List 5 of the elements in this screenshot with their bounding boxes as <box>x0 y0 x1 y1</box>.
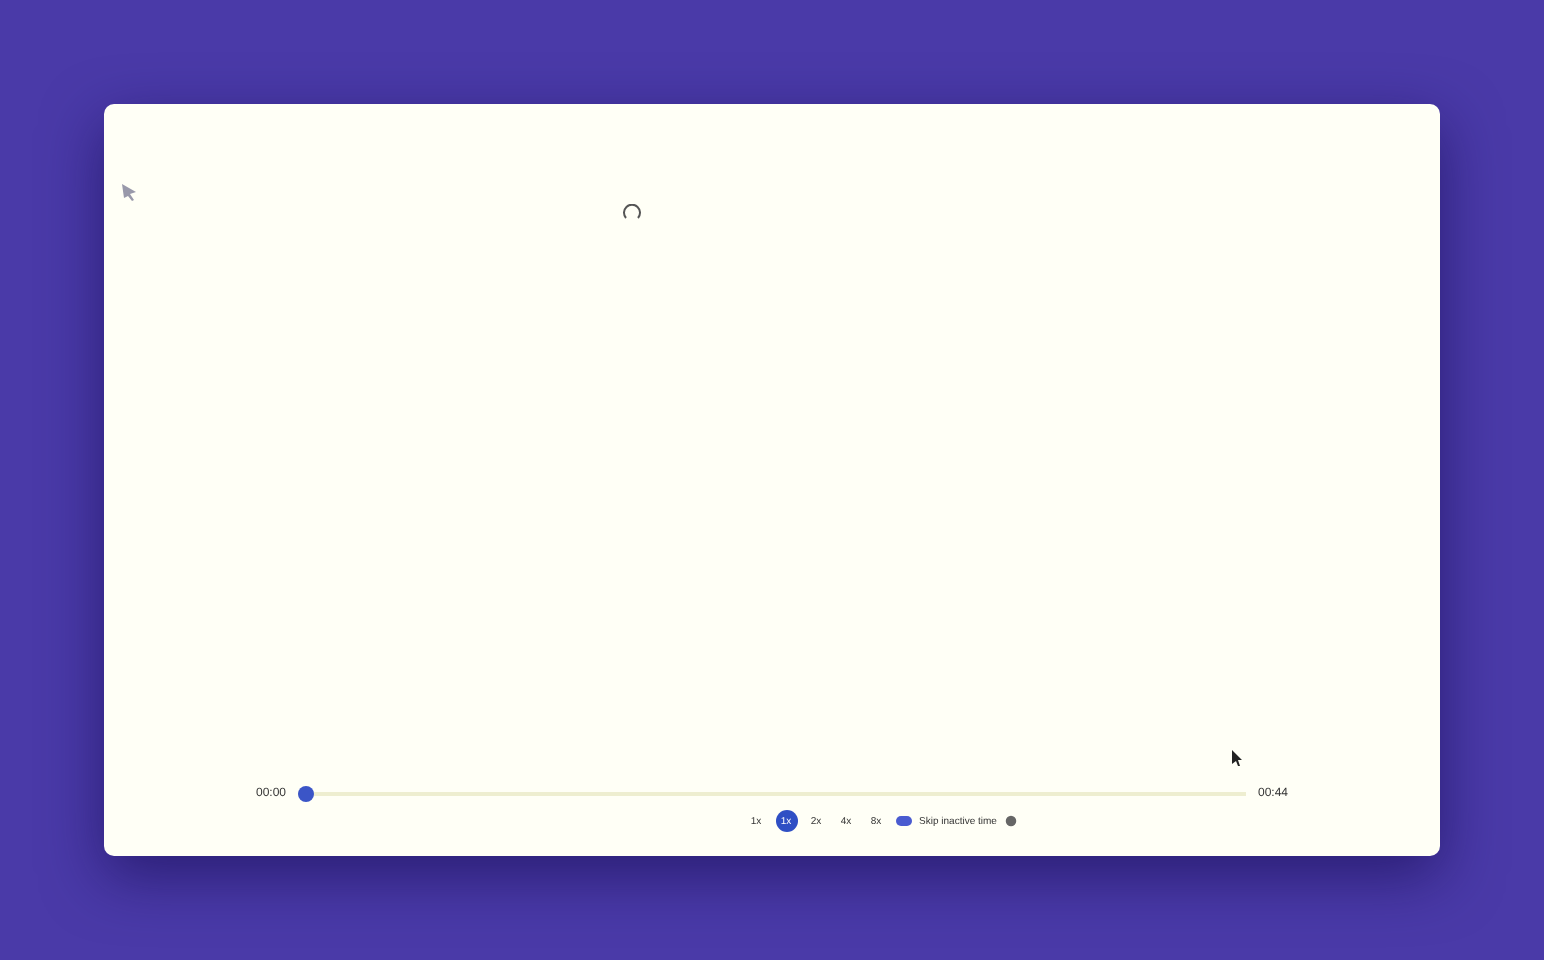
cursor-icon <box>120 182 140 202</box>
progress-handle[interactable] <box>298 786 315 802</box>
loading-spinner-icon <box>622 204 642 224</box>
skip-toggle[interactable] <box>895 816 912 826</box>
pointer-icon <box>1232 750 1244 766</box>
